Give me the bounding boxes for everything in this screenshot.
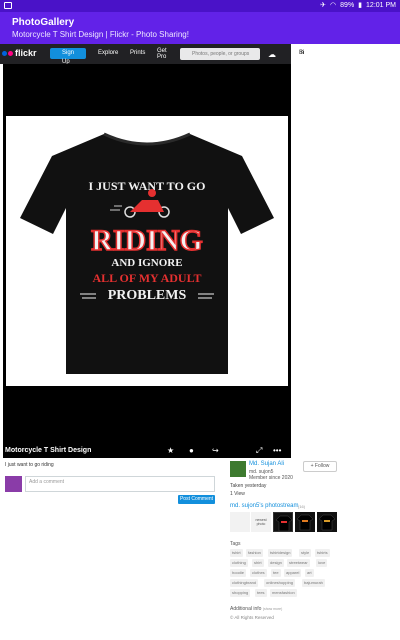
shirt-text-line4: ALL OF MY ADULT [92, 271, 201, 285]
comment-input[interactable]: Add a comment [25, 476, 215, 492]
tag[interactable]: tshirts [315, 549, 330, 557]
tag[interactable]: design [268, 559, 284, 567]
battery-icon: ▮ [358, 2, 363, 9]
sign-in-link[interactable]: Si In [291, 44, 311, 64]
tag[interactable]: love [316, 559, 328, 567]
photostream-thumb-newest[interactable]: newest photo [251, 512, 271, 532]
status-time: 12:01 PM [366, 1, 396, 9]
nav-get-pro[interactable]: Get Pro [157, 48, 167, 60]
photostream-thumb[interactable] [230, 512, 250, 532]
app-title: PhotoGallery [12, 17, 75, 28]
tag[interactable]: streetwear [287, 559, 310, 567]
sign-in-label-2: In [299, 50, 305, 56]
status-indicators: ✈︎ ◠ 89% ▮ 12:01 PM [320, 1, 396, 10]
tag[interactable]: tee [271, 569, 281, 577]
flickr-wordmark: flickr [15, 48, 37, 58]
member-since: Member since 2020 [249, 475, 293, 481]
sign-up-button[interactable]: Sign [50, 48, 86, 59]
shirt-text-line3: AND IGNORE [111, 257, 182, 269]
wifi-icon: ◠ [330, 2, 337, 9]
photo-description: I just want to go riding [5, 462, 54, 468]
tag[interactable]: onlineshopping [264, 579, 295, 587]
nav-prints[interactable]: Prints [130, 50, 145, 56]
follow-button[interactable]: + Follow [303, 461, 337, 472]
screen: ✈︎ ◠ 89% ▮ 12:01 PM PhotoGallery Motorcy… [0, 0, 400, 640]
tag[interactable]: hoodie [230, 569, 247, 577]
show-more-link[interactable]: (show more) [263, 607, 282, 611]
tag[interactable]: clothes [250, 569, 267, 577]
view-count: 1 View [230, 491, 245, 497]
shirt-text-line2: RIDING [91, 224, 203, 257]
tag[interactable]: clothing [230, 559, 248, 567]
additional-info-title: Additional info [230, 606, 262, 612]
favorite-star-icon[interactable]: ★ [167, 446, 174, 455]
status-bar: ✈︎ ◠ 89% ▮ 12:01 PM [0, 0, 400, 12]
photostream-thumb-current[interactable] [273, 512, 293, 532]
tag[interactable]: tshirt [230, 549, 243, 557]
photo-image: I JUST WANT TO GO RIDING AND IGNORE ALL … [6, 116, 288, 386]
tags-heading: Tags [230, 541, 241, 547]
additional-info: Additional info (show more) [230, 606, 282, 612]
comment-bubble-icon[interactable]: ● [189, 446, 194, 455]
tshirt-image: I JUST WANT TO GO RIDING AND IGNORE ALL … [20, 132, 274, 374]
screenshot-icon [4, 2, 12, 9]
search-input[interactable]: Photos, people, or groups [180, 48, 260, 60]
avatar [5, 476, 22, 492]
silent-icon: ✈︎ [320, 2, 327, 9]
flickr-nav: flickr Sign Up Explore Prints Get Pro Ph… [0, 44, 291, 64]
shirt-text-line5: PROBLEMS [108, 288, 187, 303]
rights-line: © All Rights Reserved [230, 615, 274, 620]
tag[interactable]: shirt [252, 559, 264, 567]
photostream-count: (16) [298, 504, 306, 509]
tag[interactable]: tees [255, 589, 267, 597]
post-comment-button[interactable]: Post Comment [178, 495, 215, 504]
owner-avatar[interactable] [230, 461, 246, 477]
nav-pro-label: Pro [157, 54, 167, 60]
flickr-dots-icon [2, 50, 13, 56]
tag[interactable]: tshirtdesign [268, 549, 293, 557]
flickr-logo[interactable]: flickr [2, 48, 37, 58]
app-bar: PhotoGallery Motorcycle T Shirt Design |… [0, 12, 400, 44]
tag[interactable]: art [305, 569, 314, 577]
taken-date: Taken yesterday [230, 483, 267, 489]
tag[interactable]: bajumurah [302, 579, 325, 587]
tag[interactable]: shopping [230, 589, 251, 597]
nav-explore[interactable]: Explore [98, 50, 118, 56]
battery-percent: 89% [340, 1, 355, 9]
follow-label: Follow [314, 463, 330, 469]
share-icon[interactable]: ↪ [212, 446, 219, 455]
photostream-thumb[interactable] [317, 512, 337, 532]
tag[interactable]: apparel [284, 569, 302, 577]
copyright-icon: © [230, 615, 234, 620]
owner-name[interactable]: Md. Sujan Ali [249, 461, 284, 467]
photostream-thumb[interactable] [295, 512, 315, 532]
more-options-icon[interactable]: ••• [273, 446, 281, 455]
tag[interactable]: mensfashion [270, 589, 297, 597]
tag[interactable]: fashion [246, 549, 263, 557]
tag[interactable]: style [299, 549, 312, 557]
photo-title: Motorcycle T Shirt Design [5, 447, 92, 454]
page-title: Motorcycle T Shirt Design | Flickr - Pho… [12, 30, 189, 39]
photostream-link[interactable]: md. sujon5's photostream [230, 503, 299, 509]
expand-icon[interactable]: ⤢ [256, 446, 262, 456]
rights-text: All Rights Reserved [234, 615, 274, 620]
tag[interactable]: clothingbrand [230, 579, 259, 587]
photo-viewer[interactable]: I JUST WANT TO GO RIDING AND IGNORE ALL … [3, 64, 291, 458]
shirt-text-line1: I JUST WANT TO GO [89, 179, 206, 193]
upload-cloud-icon[interactable]: ☁ [268, 50, 276, 59]
